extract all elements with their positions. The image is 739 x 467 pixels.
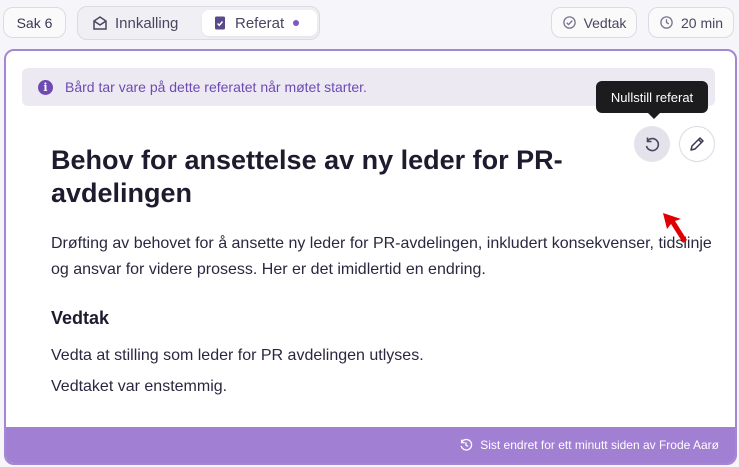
reset-referat-button[interactable] [634, 126, 670, 162]
vedtak-heading: Vedtak [51, 308, 110, 328]
unsaved-dot [293, 20, 300, 26]
last-edited-text: Sist endret for ett minutt siden av Frod… [480, 438, 719, 452]
tab-group: Innkalling Referat [77, 6, 320, 40]
tab-innkalling[interactable]: Innkalling [82, 10, 200, 36]
stamp-check-icon [562, 15, 578, 31]
tab-referat[interactable]: Referat [202, 10, 317, 36]
tooltip-text: Nullstill referat [610, 89, 694, 105]
duration-label: 20 min [680, 14, 724, 31]
vedtak-line: Vedta at stilling som leder for PR avdel… [51, 347, 424, 364]
clock-icon [659, 15, 675, 31]
footer-bar: Sist endret for ett minutt siden av Frod… [6, 427, 735, 463]
pointer-arrow-icon [663, 213, 687, 243]
tab-innkalling-label: Innkalling [115, 14, 179, 32]
undo-icon [642, 134, 662, 154]
info-icon: i [38, 79, 53, 95]
sak-badge[interactable]: Sak 6 [3, 7, 66, 38]
info-banner-text: Bård tar vare på dette referatet når møt… [65, 79, 367, 95]
description-text: Drøfting av behovet for å ansette ny led… [51, 235, 712, 278]
pencil-icon [688, 135, 706, 153]
mail-open-icon [92, 15, 108, 31]
document-check-icon [212, 15, 228, 31]
top-bar: Sak 6 Innkalling Referat Vedtak 20 min [0, 0, 739, 46]
duration-button[interactable]: 20 min [648, 7, 734, 38]
page-title: Behov for ansettelse av ny leder for PR-… [51, 145, 563, 208]
vedtak-button[interactable]: Vedtak [551, 7, 637, 38]
sak-label: Sak 6 [16, 14, 53, 31]
history-icon [458, 437, 474, 453]
edit-button[interactable] [679, 126, 715, 162]
vedtak-line: Vedtaket var enstemmig. [51, 378, 228, 395]
reset-tooltip: Nullstill referat [596, 81, 708, 119]
tab-referat-label: Referat [235, 14, 285, 32]
vedtak-label: Vedtak [583, 14, 627, 31]
